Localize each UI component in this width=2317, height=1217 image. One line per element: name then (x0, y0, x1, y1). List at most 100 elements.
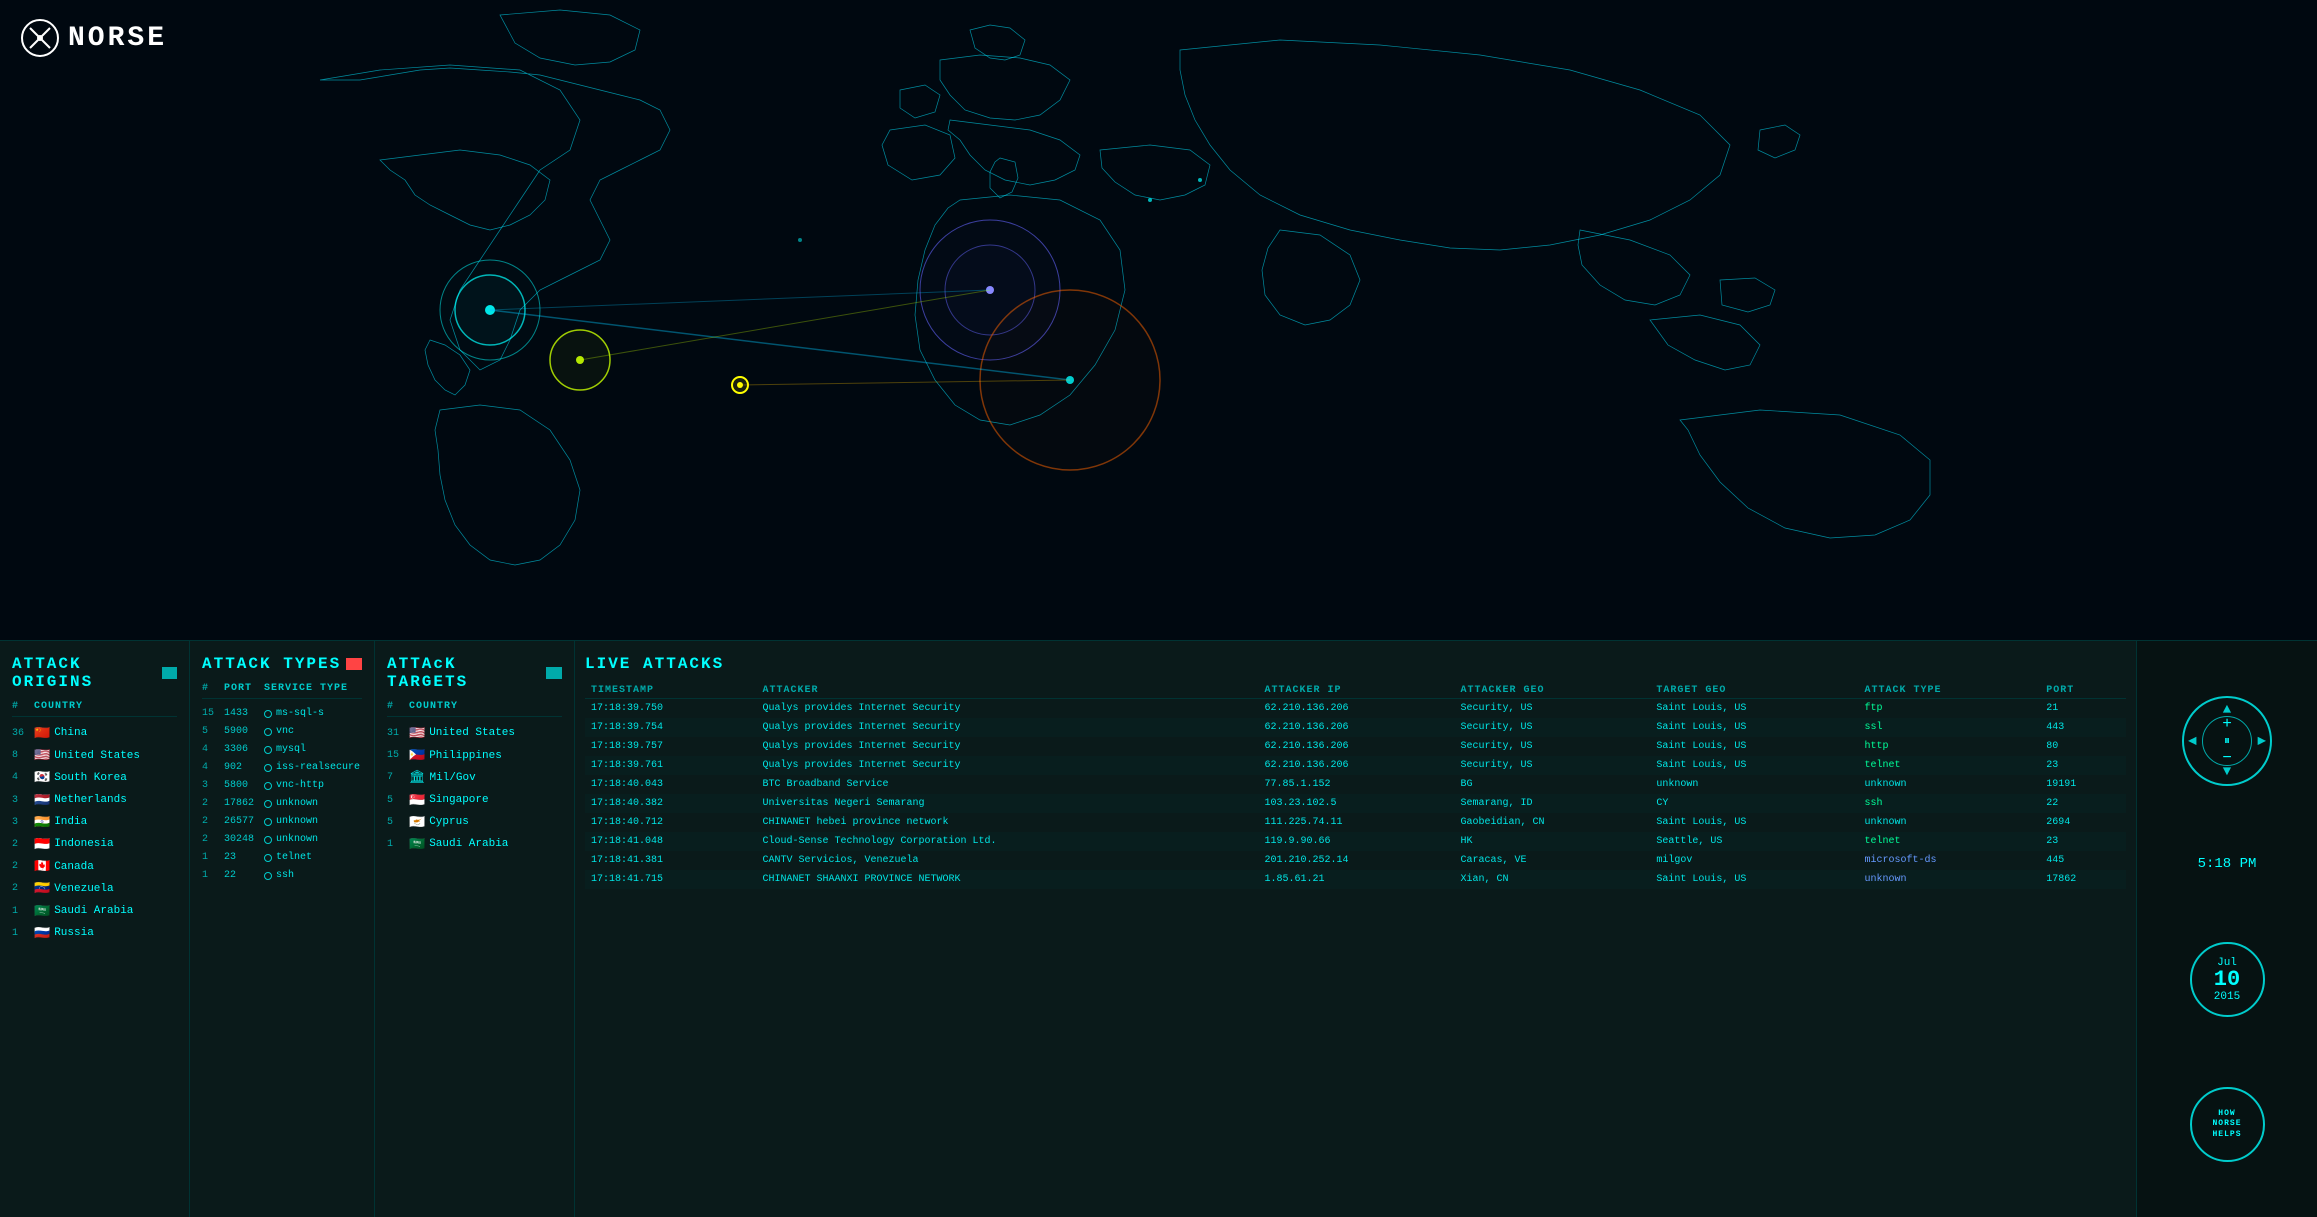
attack-targets-panel: ATTAcK TARGETS # COUNTRY 31 🇺🇸 United St… (375, 641, 575, 1217)
timestamp-cell: 17:18:40.712 (585, 813, 756, 832)
targets-icon (546, 667, 562, 679)
list-item: 8 🇺🇸 United States (12, 745, 177, 767)
target-geo-cell: Saint Louis, US (1650, 718, 1858, 737)
attack-type-cell: unknown (1859, 775, 2041, 794)
ip-cell: 1.85.61.21 (1259, 870, 1455, 889)
norse-logo-icon (20, 18, 60, 58)
types-rows: 15 1433 ms-sql-s5 5900 vnc4 3306 mysql4 … (202, 705, 362, 885)
ip-cell: 119.9.90.66 (1259, 832, 1455, 851)
arrow-up-icon[interactable]: ▲ (2223, 702, 2231, 718)
attacker-geo-cell: Semarang, ID (1454, 794, 1650, 813)
origins-icon (162, 667, 177, 679)
how-norse-helps-button[interactable]: HOW NORSE HELPS (2190, 1087, 2265, 1162)
arrow-right-icon[interactable]: ▶ (2258, 733, 2266, 750)
attacker-geo-cell: Gaobeidian, CN (1454, 813, 1650, 832)
target-geo-cell: Saint Louis, US (1650, 699, 1858, 719)
attacker-geo-cell: BG (1454, 775, 1650, 794)
ip-cell: 77.85.1.152 (1259, 775, 1455, 794)
attack-types-panel: ATTACK TYPES # PORT SERVICE TYPE 15 1433… (190, 641, 375, 1217)
target-geo-cell: Seattle, US (1650, 832, 1858, 851)
ip-cell: 111.225.74.11 (1259, 813, 1455, 832)
origins-header: # COUNTRY (12, 701, 177, 717)
header-target-geo: TARGET GEO (1650, 683, 1858, 699)
ip-cell: 62.210.136.206 (1259, 737, 1455, 756)
timestamp-cell: 17:18:41.715 (585, 870, 756, 889)
list-item: 5 5900 vnc (202, 723, 362, 741)
port-cell: 21 (2040, 699, 2126, 719)
list-item: 1 23 telnet (202, 849, 362, 867)
ip-cell: 62.210.136.206 (1259, 699, 1455, 719)
header-attacker-geo: ATTACKER GEO (1454, 683, 1650, 699)
attack-origins-panel: ATTACK ORIGINS # COUNTRY 36 🇨🇳 China8 🇺🇸… (0, 641, 190, 1217)
list-item: 3 🇳🇱 Netherlands (12, 790, 177, 812)
attacker-geo-cell: Security, US (1454, 756, 1650, 775)
timestamp-cell: 17:18:41.048 (585, 832, 756, 851)
origins-rows: 36 🇨🇳 China8 🇺🇸 United States4 🇰🇷 South … (12, 723, 177, 945)
types-header: # PORT SERVICE TYPE (202, 683, 362, 699)
port-cell: 22 (2040, 794, 2126, 813)
targets-rows: 31 🇺🇸 United States15 🇵🇭 Philippines7 🏛 … (387, 723, 562, 856)
port-cell: 23 (2040, 756, 2126, 775)
bottom-panel: ATTACK ORIGINS # COUNTRY 36 🇨🇳 China8 🇺🇸… (0, 640, 2317, 1217)
table-row: 17:18:39.750 Qualys provides Internet Se… (585, 699, 2126, 719)
list-item: 2 30248 unknown (202, 831, 362, 849)
attacker-geo-cell: Xian, CN (1454, 870, 1650, 889)
zoom-plus-icon[interactable]: + (2222, 716, 2232, 732)
attacker-cell: Qualys provides Internet Security (756, 756, 1258, 775)
attack-type-cell: http (1859, 737, 2041, 756)
ip-cell: 62.210.136.206 (1259, 756, 1455, 775)
targets-header: # COUNTRY (387, 701, 562, 717)
target-geo-cell: Saint Louis, US (1650, 813, 1858, 832)
compass-control[interactable]: ▲ ▼ ◀ ▶ + ⏸ − (2182, 696, 2272, 786)
attack-type-cell: ssh (1859, 794, 2041, 813)
world-map (0, 0, 2317, 640)
table-row: 17:18:39.754 Qualys provides Internet Se… (585, 718, 2126, 737)
list-item: 2 🇻🇪 Venezuela (12, 878, 177, 900)
list-item: 15 1433 ms-sql-s (202, 705, 362, 723)
header-attacker: ATTACKER (756, 683, 1258, 699)
pause-icon[interactable]: ⏸ (2224, 734, 2230, 748)
port-cell: 80 (2040, 737, 2126, 756)
clock-display: 5:18 PM (2198, 856, 2257, 872)
attacker-geo-cell: Security, US (1454, 718, 1650, 737)
list-item: 1 🇸🇦 Saudi Arabia (387, 834, 562, 856)
attack-type-cell: ftp (1859, 699, 2041, 719)
list-item: 15 🇵🇭 Philippines (387, 745, 562, 767)
attacker-cell: Cloud-Sense Technology Corporation Ltd. (756, 832, 1258, 851)
day-display: 10 (2214, 969, 2240, 991)
target-geo-cell: unknown (1650, 775, 1858, 794)
list-item: 36 🇨🇳 China (12, 723, 177, 745)
table-row: 17:18:39.757 Qualys provides Internet Se… (585, 737, 2126, 756)
arrow-left-icon[interactable]: ◀ (2188, 733, 2196, 750)
attacker-cell: Qualys provides Internet Security (756, 737, 1258, 756)
port-cell: 445 (2040, 851, 2126, 870)
attacker-cell: CHINANET hebei province network (756, 813, 1258, 832)
list-item: 2 🇨🇦 Canada (12, 856, 177, 878)
arrow-down-icon[interactable]: ▼ (2223, 764, 2231, 780)
table-row: 17:18:40.382 Universitas Negeri Semarang… (585, 794, 2126, 813)
attacker-cell: BTC Broadband Service (756, 775, 1258, 794)
list-item: 5 🇸🇬 Singapore (387, 790, 562, 812)
timestamp-cell: 17:18:39.757 (585, 737, 756, 756)
table-row: 17:18:40.043 BTC Broadband Service 77.85… (585, 775, 2126, 794)
attacker-geo-cell: Security, US (1454, 699, 1650, 719)
attack-type-cell: unknown (1859, 813, 2041, 832)
attack-type-cell: telnet (1859, 832, 2041, 851)
attacker-cell: Qualys provides Internet Security (756, 699, 1258, 719)
list-item: 5 🇨🇾 Cyprus (387, 812, 562, 834)
header-attacker-ip: ATTACKER IP (1259, 683, 1455, 699)
table-row: 17:18:41.715 CHINANET SHAANXI PROVINCE N… (585, 870, 2126, 889)
logo[interactable]: NORSE (20, 18, 167, 58)
timestamp-cell: 17:18:39.761 (585, 756, 756, 775)
table-row: 17:18:41.381 CANTV Servicios, Venezuela … (585, 851, 2126, 870)
compass-inner: + ⏸ − (2202, 716, 2252, 766)
port-cell: 23 (2040, 832, 2126, 851)
list-item: 2 🇮🇩 Indonesia (12, 834, 177, 856)
header-port: PORT (2040, 683, 2126, 699)
list-item: 3 🇮🇳 India (12, 812, 177, 834)
right-controls: ▲ ▼ ◀ ▶ + ⏸ − 5:18 PM Jul 10 2015 HOW (2137, 641, 2317, 1217)
attacker-cell: Universitas Negeri Semarang (756, 794, 1258, 813)
table-row: 17:18:39.761 Qualys provides Internet Se… (585, 756, 2126, 775)
date-circle: Jul 10 2015 (2190, 942, 2265, 1017)
target-geo-cell: milgov (1650, 851, 1858, 870)
